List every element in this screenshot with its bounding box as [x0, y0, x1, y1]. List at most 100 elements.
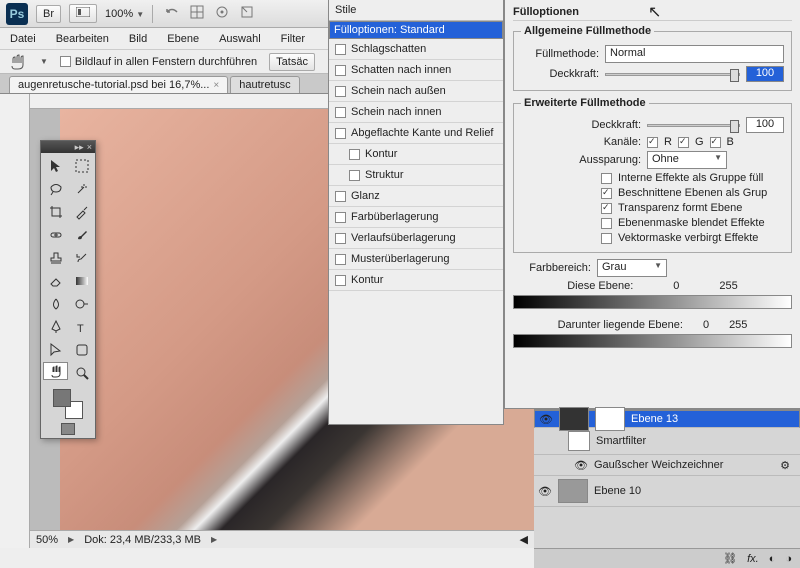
menu-bild[interactable]: Bild — [129, 33, 147, 45]
view-tools[interactable] — [161, 4, 258, 23]
link-icon[interactable]: ⛓ — [723, 552, 737, 565]
style-label: Struktur — [365, 169, 404, 181]
style-item[interactable]: Musterüberlagerung — [329, 249, 503, 270]
cb-transparency[interactable] — [601, 203, 612, 214]
advanced-blend-legend: Erweiterte Füllmethode — [521, 97, 649, 109]
style-checkbox[interactable] — [335, 128, 346, 139]
visibility-icon[interactable]: 👁 — [539, 412, 553, 426]
fx-icon[interactable]: fx. — [747, 553, 759, 565]
eyedropper-tool[interactable] — [69, 201, 94, 223]
cb-clipped[interactable] — [601, 188, 612, 199]
fillopacity-slider[interactable] — [647, 124, 740, 127]
menu-filter[interactable]: Filter — [281, 33, 305, 45]
opacity-value[interactable]: 100 — [746, 66, 784, 82]
opacity-slider[interactable] — [605, 73, 740, 76]
layer-row[interactable]: 👁 Gaußscher Weichzeichner ⚙ — [534, 455, 800, 476]
style-checkbox[interactable] — [335, 254, 346, 265]
close-icon[interactable]: × — [87, 142, 92, 152]
visibility-icon[interactable]: 👁 — [538, 484, 552, 498]
style-item[interactable]: Schein nach außen — [329, 81, 503, 102]
tab-document-2[interactable]: hautretusc — [230, 76, 299, 93]
style-item[interactable]: Abgeflachte Kante und Relief — [329, 123, 503, 144]
mask-icon[interactable]: ◐ — [769, 553, 776, 565]
blendif-this-gradient[interactable] — [513, 295, 792, 309]
menu-auswahl[interactable]: Auswahl — [219, 33, 261, 45]
shape-tool[interactable] — [69, 339, 94, 361]
style-item[interactable]: Farbüberlagerung — [329, 207, 503, 228]
style-item[interactable]: Glanz — [329, 186, 503, 207]
path-select-tool[interactable] — [43, 339, 68, 361]
crop-tool[interactable] — [43, 201, 68, 223]
color-swatches[interactable] — [53, 389, 83, 419]
brush-tool[interactable] — [69, 224, 94, 246]
cb-interior[interactable] — [601, 173, 612, 184]
cb-vectormask[interactable] — [601, 233, 612, 244]
style-checkbox[interactable] — [335, 275, 346, 286]
cb-layermask[interactable] — [601, 218, 612, 229]
style-checkbox[interactable] — [349, 149, 360, 160]
hand-tool[interactable] — [43, 362, 68, 380]
layer-row[interactable]: Smartfilter — [534, 428, 800, 455]
menu-datei[interactable]: Datei — [10, 33, 36, 45]
bridge-button[interactable]: Br — [36, 5, 61, 23]
dodge-tool[interactable] — [69, 293, 94, 315]
lasso-tool[interactable] — [43, 178, 68, 200]
style-item[interactable]: Fülloptionen: Standard — [329, 21, 503, 39]
style-checkbox[interactable] — [349, 170, 360, 181]
history-brush-tool[interactable] — [69, 247, 94, 269]
heal-tool[interactable] — [43, 224, 68, 246]
eraser-tool[interactable] — [43, 270, 68, 292]
menu-bearbeiten[interactable]: Bearbeiten — [56, 33, 109, 45]
knockout-select[interactable]: Ohne ▼ — [647, 151, 727, 169]
move-tool[interactable] — [43, 155, 68, 177]
collapse-icon[interactable]: ▸▸ — [75, 142, 84, 153]
blendmode-label: Füllmethode: — [521, 48, 599, 60]
style-item[interactable]: Schlagschatten — [329, 39, 503, 60]
style-item[interactable]: Verlaufsüberlagerung — [329, 228, 503, 249]
style-checkbox[interactable] — [335, 86, 346, 97]
style-item[interactable]: Kontur — [329, 270, 503, 291]
style-item[interactable]: Schatten nach innen — [329, 60, 503, 81]
zoom-tool[interactable] — [69, 362, 94, 384]
status-zoom[interactable]: 50% — [36, 534, 58, 546]
tab-document-1[interactable]: augenretusche-tutorial.psd bei 16,7%...× — [9, 76, 228, 93]
style-checkbox[interactable] — [335, 191, 346, 202]
style-label: Schein nach innen — [351, 106, 442, 118]
filter-settings-icon[interactable]: ⚙ — [780, 459, 790, 472]
style-checkbox[interactable] — [335, 212, 346, 223]
style-checkbox[interactable] — [335, 65, 346, 76]
style-checkbox[interactable] — [335, 44, 346, 55]
channel-b-checkbox[interactable] — [710, 137, 721, 148]
fillopacity-value[interactable]: 100 — [746, 117, 784, 133]
style-checkbox[interactable] — [335, 107, 346, 118]
channel-g-checkbox[interactable] — [678, 137, 689, 148]
channel-r-checkbox[interactable] — [647, 137, 658, 148]
adjustment-icon[interactable]: ◑ — [785, 553, 792, 565]
blendif-under-gradient[interactable] — [513, 334, 792, 348]
quickmask-button[interactable] — [61, 423, 75, 435]
zoom-level[interactable]: 100% ▼ — [105, 8, 144, 20]
layer-row[interactable]: 👁 Ebene 13 — [534, 410, 800, 428]
scroll-all-checkbox[interactable] — [60, 56, 71, 67]
style-checkbox[interactable] — [335, 233, 346, 244]
stamp-tool[interactable] — [43, 247, 68, 269]
blendrange-select[interactable]: Grau ▼ — [597, 259, 667, 277]
close-icon[interactable]: × — [213, 80, 219, 91]
layer-row[interactable]: 👁 Ebene 10 — [534, 476, 800, 507]
style-item[interactable]: Schein nach innen — [329, 102, 503, 123]
blendmode-select[interactable]: Normal — [605, 45, 784, 63]
pen-tool[interactable] — [43, 316, 68, 338]
style-item[interactable]: Kontur — [329, 144, 503, 165]
wand-tool[interactable] — [69, 178, 94, 200]
marquee-tool[interactable] — [69, 155, 94, 177]
underlayer-label: Darunter liegende Ebene: — [558, 319, 683, 331]
visibility-icon[interactable]: 👁 — [574, 458, 588, 472]
style-item[interactable]: Struktur — [329, 165, 503, 186]
type-tool[interactable]: T — [69, 316, 94, 338]
layer-name: Smartfilter — [596, 435, 646, 447]
blur-tool[interactable] — [43, 293, 68, 315]
actual-pixels-button[interactable]: Tatsäc — [269, 53, 315, 71]
gradient-tool[interactable] — [69, 270, 94, 292]
menu-ebene[interactable]: Ebene — [167, 33, 199, 45]
minibridge-button[interactable] — [69, 4, 97, 23]
